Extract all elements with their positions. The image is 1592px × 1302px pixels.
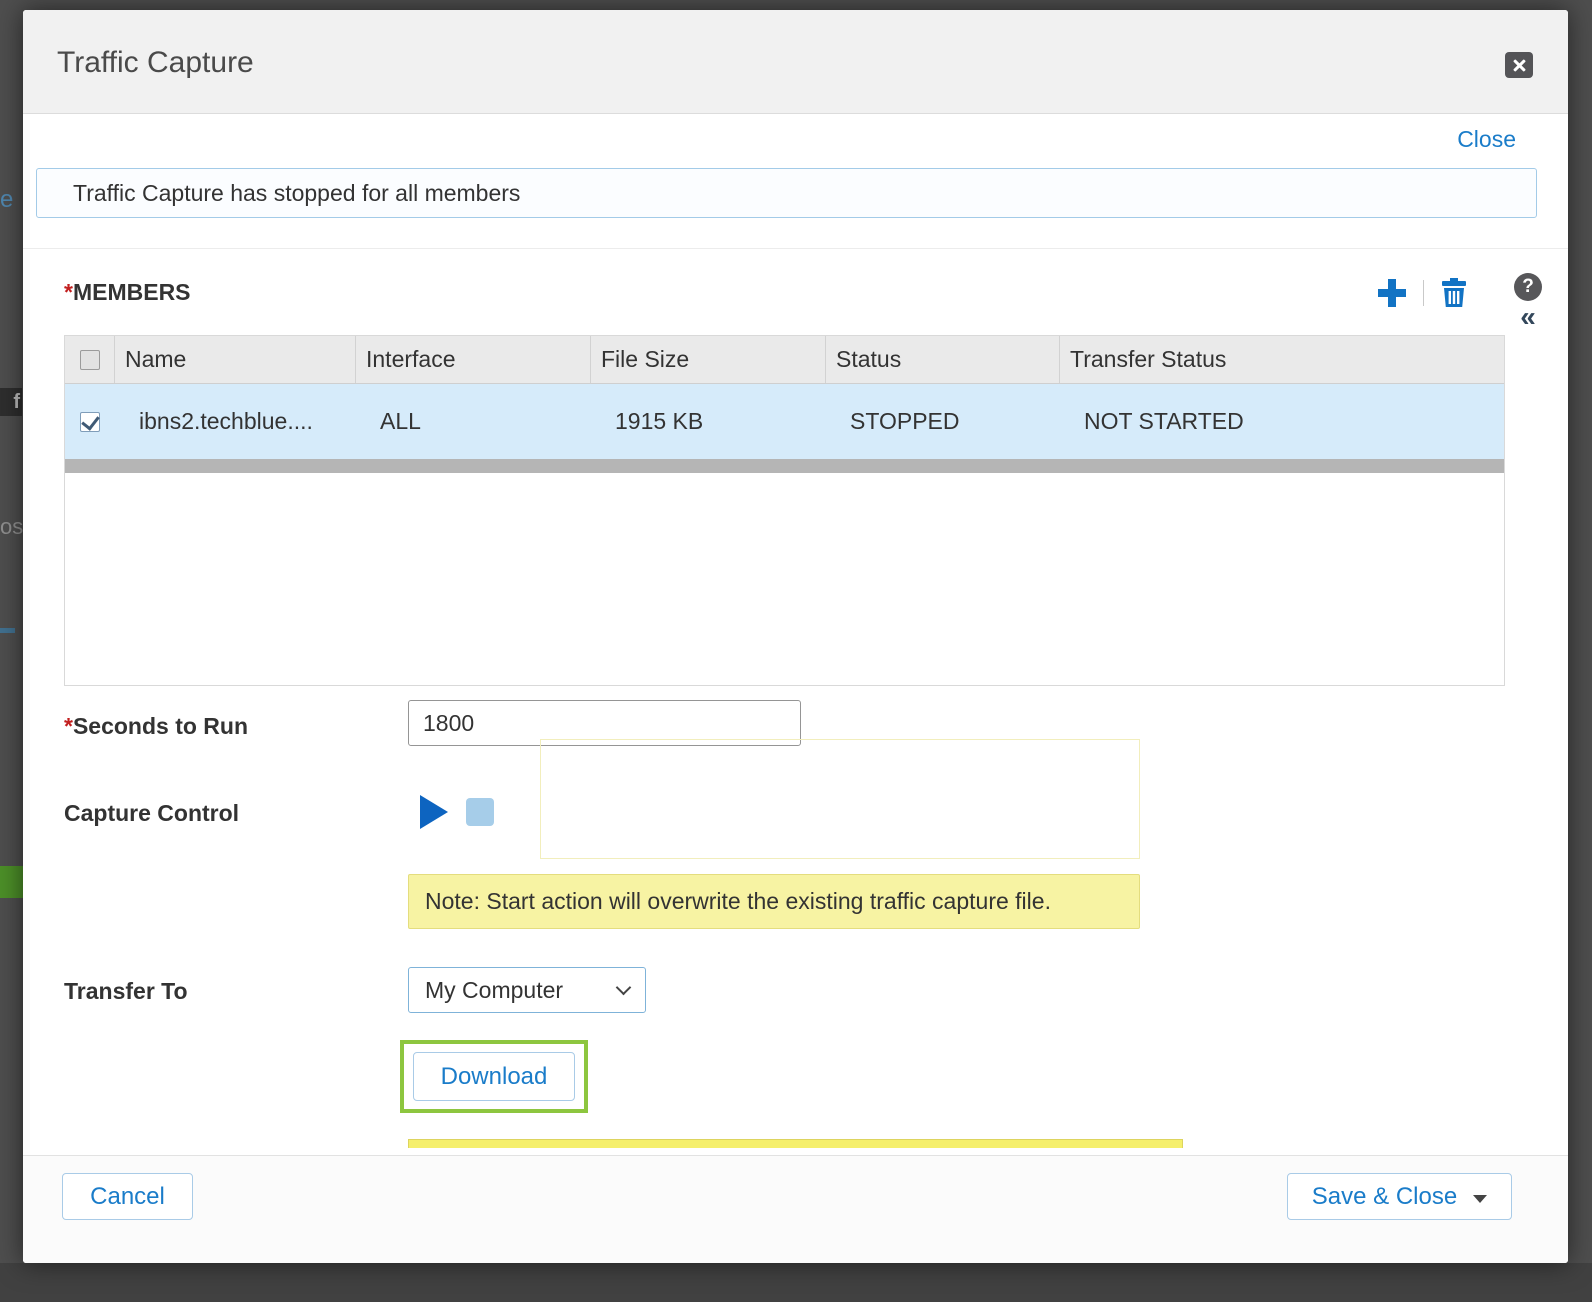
member-transfer-status-cell: NOT STARTED: [1060, 384, 1504, 459]
column-header-interface[interactable]: Interface: [356, 336, 591, 383]
column-header-status[interactable]: Status: [826, 336, 1060, 383]
background-fragment: [0, 866, 23, 898]
dialog-title: Traffic Capture: [57, 46, 254, 80]
dialog-footer: Cancel Save & Close: [23, 1155, 1568, 1263]
play-icon[interactable]: [420, 795, 448, 829]
add-member-icon[interactable]: [1378, 279, 1406, 307]
column-header-transfer-status[interactable]: Transfer Status: [1060, 336, 1504, 383]
save-close-button[interactable]: Save & Close: [1287, 1173, 1512, 1220]
column-header-file-size[interactable]: File Size: [591, 336, 826, 383]
caret-down-icon: [1473, 1195, 1487, 1203]
divider: [1423, 280, 1424, 306]
member-row-checkbox[interactable]: [80, 412, 100, 432]
help-icon[interactable]: ?: [1514, 273, 1542, 301]
traffic-capture-dialog: Traffic Capture Close Traffic Capture ha…: [23, 10, 1568, 1263]
partial-note-edge: [408, 1139, 1183, 1148]
download-button[interactable]: Download: [413, 1052, 575, 1101]
dialog-header: Traffic Capture: [23, 10, 1568, 114]
overwrite-note-text: Note: Start action will overwrite the ex…: [425, 888, 1051, 914]
member-interface-cell: ALL: [356, 384, 591, 459]
required-asterisk: *: [64, 279, 73, 305]
side-controls: ? «: [1513, 273, 1543, 332]
collapse-icon[interactable]: «: [1513, 302, 1543, 332]
transfer-to-select[interactable]: My Computer: [408, 967, 646, 1013]
background-fragment: [0, 628, 15, 633]
background-band: [0, 1263, 1592, 1302]
required-asterisk: *: [64, 713, 73, 739]
members-label: *MEMBERS: [64, 279, 191, 306]
capture-control-label: Capture Control: [64, 800, 239, 827]
notification-banner: Traffic Capture has stopped for all memb…: [36, 168, 1537, 218]
transfer-to-label: Transfer To: [64, 978, 188, 1005]
member-status-cell: STOPPED: [826, 384, 1060, 459]
members-label-text: MEMBERS: [73, 279, 191, 305]
save-close-label: Save & Close: [1312, 1183, 1457, 1211]
seconds-to-run-label: *Seconds to Run: [64, 713, 248, 740]
background-fragment: f: [0, 388, 22, 416]
member-file-size-cell: 1915 KB: [591, 384, 826, 459]
stop-icon[interactable]: [466, 798, 494, 826]
member-name-cell: ibns2.techblue....: [115, 384, 356, 459]
chevron-down-icon: [616, 980, 632, 996]
members-actions: [1378, 278, 1467, 308]
trash-icon[interactable]: [1441, 278, 1467, 308]
select-all-cell: [65, 336, 115, 383]
column-header-name[interactable]: Name: [115, 336, 356, 383]
seconds-to-run-label-text: Seconds to Run: [73, 713, 248, 739]
background-fragment: os: [0, 514, 23, 540]
background-fragment: e: [0, 186, 13, 214]
member-row[interactable]: ibns2.techblue.... ALL 1915 KB STOPPED N…: [65, 384, 1504, 459]
notification-text: Traffic Capture has stopped for all memb…: [73, 180, 520, 206]
transfer-to-value: My Computer: [425, 977, 563, 1003]
table-empty-area: [65, 473, 1504, 685]
cancel-button[interactable]: Cancel: [62, 1173, 193, 1220]
table-header-row: Name Interface File Size Status Transfer…: [65, 336, 1504, 384]
overwrite-note: Note: Start action will overwrite the ex…: [408, 874, 1140, 929]
horizontal-scrollbar[interactable]: [65, 459, 1504, 473]
members-table: Name Interface File Size Status Transfer…: [64, 335, 1505, 686]
divider: [23, 248, 1568, 249]
member-checkbox-cell: [65, 384, 115, 459]
close-icon[interactable]: [1505, 52, 1533, 78]
select-all-checkbox[interactable]: [80, 350, 100, 370]
close-link[interactable]: Close: [1457, 126, 1516, 153]
highlight-artifact: [540, 739, 1140, 859]
